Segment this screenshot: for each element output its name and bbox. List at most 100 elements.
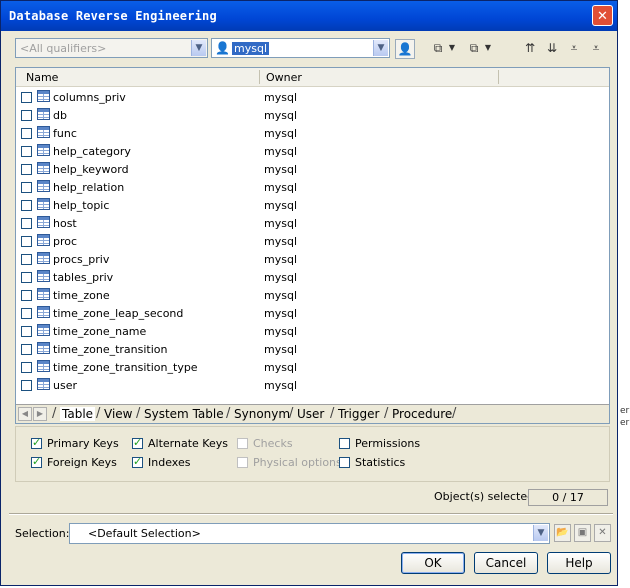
table-row[interactable]: help_category mysql bbox=[16, 142, 609, 160]
move-to-bottom-icon[interactable]: ⇊ bbox=[543, 39, 561, 57]
table-row[interactable]: host mysql bbox=[16, 214, 609, 232]
select-all-icon[interactable]: ⧉ bbox=[429, 39, 447, 57]
table-row[interactable]: proc mysql bbox=[16, 232, 609, 250]
row-owner: mysql bbox=[264, 253, 297, 266]
title-bar[interactable]: Database Reverse Engineering ✕ bbox=[1, 1, 617, 31]
row-owner: mysql bbox=[264, 343, 297, 356]
column-header-owner[interactable]: Owner bbox=[266, 71, 302, 84]
table-row[interactable]: time_zone mysql bbox=[16, 286, 609, 304]
column-header-name[interactable]: Name bbox=[26, 71, 58, 84]
option-checkbox[interactable] bbox=[132, 436, 143, 449]
save-icon[interactable]: ▣ bbox=[574, 524, 591, 542]
option-checkbox[interactable] bbox=[339, 438, 350, 449]
row-checkbox[interactable] bbox=[21, 236, 32, 247]
tab-divider: / bbox=[226, 406, 231, 421]
option-checkbox[interactable] bbox=[237, 438, 248, 449]
row-checkbox[interactable] bbox=[21, 362, 32, 373]
chevron-down-icon[interactable]: ▼ bbox=[373, 40, 388, 56]
row-checkbox[interactable] bbox=[21, 182, 32, 193]
reverse-engineering-dialog: Database Reverse Engineering ✕ <All qual… bbox=[0, 0, 618, 586]
row-owner: mysql bbox=[264, 199, 297, 212]
tab-synonym[interactable]: Synonym bbox=[234, 407, 290, 421]
table-row[interactable]: help_topic mysql bbox=[16, 196, 609, 214]
object-list[interactable]: Name Owner columns_priv mysql db mysql func m… bbox=[15, 67, 610, 424]
table-row[interactable]: time_zone_transition_type mysql bbox=[16, 358, 609, 376]
row-checkbox[interactable] bbox=[21, 110, 32, 121]
table-row[interactable]: user mysql bbox=[16, 376, 609, 394]
column-divider[interactable] bbox=[498, 70, 499, 84]
tab-procedure[interactable]: Procedure bbox=[392, 407, 452, 421]
tab-trigger[interactable]: Trigger bbox=[338, 407, 379, 421]
delete-icon[interactable]: ✕ bbox=[594, 524, 611, 542]
ok-button[interactable]: OK bbox=[401, 552, 465, 574]
cancel-button[interactable]: Cancel bbox=[474, 552, 538, 574]
row-checkbox[interactable] bbox=[21, 146, 32, 157]
table-icon bbox=[37, 126, 50, 138]
row-owner: mysql bbox=[264, 181, 297, 194]
scroll-right-icon[interactable]: ▶ bbox=[33, 407, 47, 421]
table-row[interactable]: time_zone_name mysql bbox=[16, 322, 609, 340]
filter-checked-icon[interactable]: ⩡ bbox=[587, 39, 605, 57]
chevron-down-icon[interactable]: ▼ bbox=[533, 525, 548, 541]
option-checkbox[interactable] bbox=[132, 455, 143, 468]
table-row[interactable]: procs_priv mysql bbox=[16, 250, 609, 268]
table-row[interactable]: db mysql bbox=[16, 106, 609, 124]
option-checkbox[interactable] bbox=[31, 436, 42, 449]
help-button[interactable]: Help bbox=[547, 552, 611, 574]
row-checkbox[interactable] bbox=[21, 254, 32, 265]
select-user-icon[interactable]: 👤 bbox=[395, 39, 415, 59]
row-checkbox[interactable] bbox=[21, 200, 32, 211]
chevron-down-icon[interactable]: ▼ bbox=[483, 39, 493, 57]
owner-combo[interactable]: 👤 mysql ▼ bbox=[211, 38, 390, 58]
table-row[interactable]: columns_priv mysql bbox=[16, 88, 609, 106]
table-row[interactable]: func mysql bbox=[16, 124, 609, 142]
table-row[interactable]: help_keyword mysql bbox=[16, 160, 609, 178]
table-row[interactable]: tables_priv mysql bbox=[16, 268, 609, 286]
table-icon bbox=[37, 144, 50, 156]
row-checkbox[interactable] bbox=[21, 344, 32, 355]
table-icon bbox=[37, 198, 50, 210]
divider bbox=[9, 513, 613, 515]
chevron-down-icon[interactable]: ▼ bbox=[191, 40, 206, 56]
row-checkbox[interactable] bbox=[21, 308, 32, 319]
row-name: db bbox=[53, 109, 67, 122]
deselect-all-icon[interactable]: ⧉ bbox=[465, 39, 483, 57]
row-name: time_zone_transition_type bbox=[53, 361, 198, 374]
tab-table[interactable]: Table bbox=[60, 407, 96, 421]
row-owner: mysql bbox=[264, 163, 297, 176]
tab-user[interactable]: User bbox=[297, 407, 324, 421]
filter-icon[interactable]: ⩡ bbox=[565, 39, 583, 57]
qualifier-combo[interactable]: <All qualifiers> ▼ bbox=[15, 38, 208, 58]
row-owner: mysql bbox=[264, 235, 297, 248]
open-folder-icon[interactable]: 📂 bbox=[554, 524, 571, 542]
tab-view[interactable]: View bbox=[104, 407, 132, 421]
row-name: time_zone bbox=[53, 289, 110, 302]
row-checkbox[interactable] bbox=[21, 272, 32, 283]
row-owner: mysql bbox=[264, 307, 297, 320]
row-checkbox[interactable] bbox=[21, 326, 32, 337]
row-name: time_zone_name bbox=[53, 325, 147, 338]
chevron-down-icon[interactable]: ▼ bbox=[447, 39, 457, 57]
selection-combo[interactable]: <Default Selection> ▼ bbox=[69, 523, 550, 544]
row-checkbox[interactable] bbox=[21, 218, 32, 229]
option-checkbox[interactable] bbox=[339, 457, 350, 468]
table-icon bbox=[37, 288, 50, 300]
table-row[interactable]: help_relation mysql bbox=[16, 178, 609, 196]
option-checkbox[interactable] bbox=[237, 457, 248, 468]
background-text: er bbox=[620, 418, 630, 428]
column-divider[interactable] bbox=[259, 70, 260, 84]
scroll-left-icon[interactable]: ◀ bbox=[18, 407, 32, 421]
selection-combo-text: <Default Selection> bbox=[88, 527, 201, 540]
table-row[interactable]: time_zone_leap_second mysql bbox=[16, 304, 609, 322]
table-row[interactable]: time_zone_transition mysql bbox=[16, 340, 609, 358]
move-to-top-icon[interactable]: ⇈ bbox=[521, 39, 539, 57]
row-checkbox[interactable] bbox=[21, 128, 32, 139]
row-checkbox[interactable] bbox=[21, 380, 32, 391]
close-button[interactable]: ✕ bbox=[592, 5, 613, 26]
tab-system-table[interactable]: System Table bbox=[144, 407, 224, 421]
row-checkbox[interactable] bbox=[21, 290, 32, 301]
row-checkbox[interactable] bbox=[21, 92, 32, 103]
option-checkbox[interactable] bbox=[31, 455, 42, 468]
option-label: Physical options bbox=[253, 456, 342, 469]
row-checkbox[interactable] bbox=[21, 164, 32, 175]
